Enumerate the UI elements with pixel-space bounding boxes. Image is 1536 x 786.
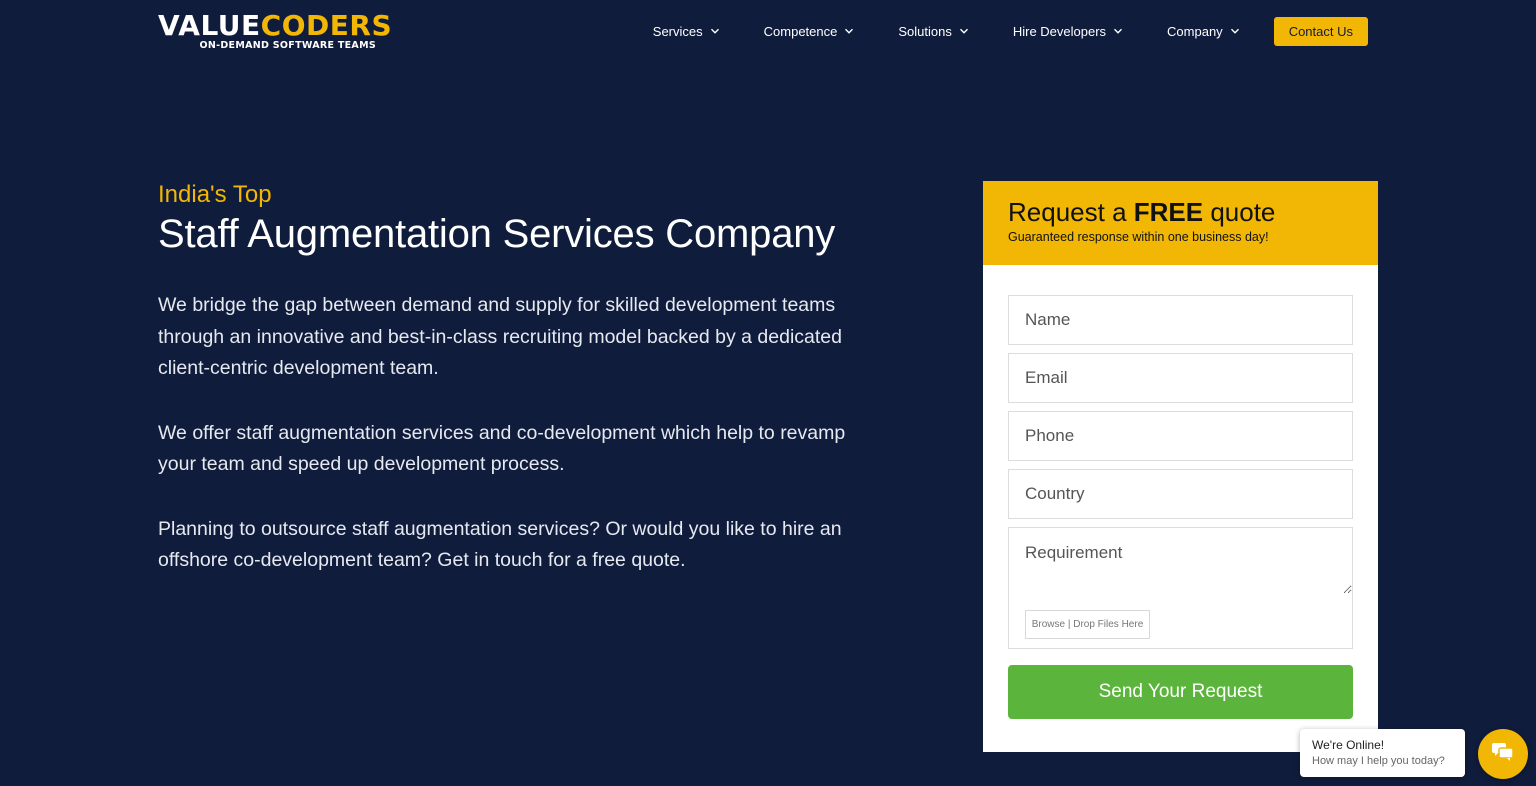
nav-item-label: Services [652,23,703,39]
quote-form-body: Browse | Drop Files Here Send Your Reque… [983,265,1378,719]
chevron-down-icon [959,26,969,36]
nav-item-services[interactable]: Services [653,24,720,39]
quote-form-card: Request a FREE quote Guaranteed response… [983,181,1378,752]
requirement-field[interactable] [1009,528,1352,594]
logo-part-1: VALUE [158,9,261,42]
quote-title-bold: FREE [1133,197,1204,227]
hero-paragraph-2: We offer staff augmentation services and… [158,421,846,476]
name-field[interactable] [1008,295,1353,345]
page-title: Staff Augmentation Services Company [158,212,836,256]
hero-paragraph-1: We bridge the gap between demand and sup… [158,294,842,379]
file-upload-dropzone[interactable]: Browse | Drop Files Here [1025,610,1150,639]
quote-title-post: quote [1203,197,1276,227]
logo-wordmark: VALUECODERS [158,9,392,42]
page: VALUECODERS ON-DEMAND SOFTWARE TEAMS Ser… [0,0,1536,786]
email-field[interactable] [1008,353,1353,403]
hero-kicker: India's Top [158,181,272,208]
contact-us-button[interactable]: Contact Us [1273,16,1368,46]
chat-icon [1491,741,1515,768]
quote-form-subtitle: Guaranteed response within one business … [1008,230,1269,244]
nav-item-label: Company [1167,23,1223,39]
logo[interactable]: VALUECODERS ON-DEMAND SOFTWARE TEAMS [158,9,392,52]
nav-item-label: Solutions [898,23,952,39]
chevron-down-icon [844,26,854,36]
phone-field[interactable] [1008,411,1353,461]
quote-form-header: Request a FREE quote Guaranteed response… [983,181,1378,265]
nav-item-label: Competence [763,23,838,39]
requirement-box: Browse | Drop Files Here [1008,527,1353,649]
hero-paragraph-3: Planning to outsource staff augmentation… [158,517,842,572]
main-nav: Services Competence Solutions Hire Devel… [653,16,1368,46]
chat-title: We're Online! [1312,738,1385,752]
logo-part-2: CODERS [260,9,393,42]
nav-item-label: Hire Developers [1012,23,1107,39]
chat-launcher-button[interactable] [1478,729,1528,779]
quote-form-title: Request a FREE quote [1008,197,1378,227]
country-field[interactable] [1008,469,1353,519]
nav-item-company[interactable]: Company [1167,24,1240,39]
nav-item-solutions[interactable]: Solutions [898,24,968,39]
chevron-down-icon [710,26,720,36]
send-request-button[interactable]: Send Your Request [1008,665,1353,719]
chevron-down-icon [1230,26,1240,36]
quote-title-pre: Request a [1008,197,1134,227]
chat-subtitle: How may I help you today? [1312,755,1445,767]
nav-item-hire-developers[interactable]: Hire Developers [1013,24,1123,39]
chevron-down-icon [1113,26,1123,36]
hero-section: India's Top Staff Augmentation Services … [158,180,878,577]
chat-bubble[interactable]: We're Online! How may I help you today? [1300,729,1465,777]
nav-item-competence[interactable]: Competence [764,24,855,39]
